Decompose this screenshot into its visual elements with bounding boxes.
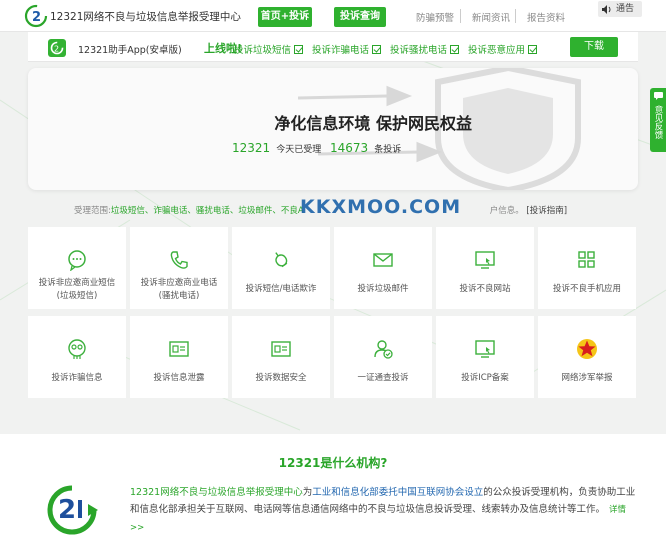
tile-label: 投诉ICP备案 (461, 373, 509, 383)
mask-icon (68, 339, 86, 359)
about-description: 12321网络不良与垃圾信息举报受理中心为工业和信息化部委托中国互联网协会设立的… (130, 487, 636, 533)
id-card-2-icon (271, 341, 291, 357)
hero-banner: 净化信息环境 保护网民权益 12321 今天已受理 14673 条投诉 (28, 68, 638, 190)
tile-label: 投诉不良网站 (459, 284, 511, 294)
checkbox-icon (528, 45, 538, 54)
complaint-guide-link[interactable]: [投诉指南] (526, 206, 567, 216)
user-check-icon (374, 340, 393, 359)
nav-complaint-query-button[interactable]: 投诉查询 (334, 7, 386, 27)
tile-data-security[interactable]: 投诉数据安全 (232, 316, 330, 398)
app-feature-harass-call: 投诉骚扰电话 (390, 42, 460, 56)
checkbox-icon (450, 45, 460, 54)
top-header: 2 12321网络不良与垃圾信息举报受理中心 首页+投诉 投诉查询 防骗预警 新… (0, 0, 666, 32)
speaker-icon (602, 5, 611, 14)
notice-button[interactable]: 通告 (598, 1, 642, 17)
monitor-icon (475, 251, 495, 269)
tile-spam-mail[interactable]: 投诉垃圾邮件 (334, 227, 432, 309)
tile-fraud-info[interactable]: 投诉诈骗信息 (28, 316, 126, 398)
feedback-label: 意见反馈 (653, 105, 663, 139)
tile-label: 投诉数据安全 (255, 373, 307, 383)
nav-home-complaint-button[interactable]: 首页+投诉 (258, 7, 312, 27)
nav-reports-link[interactable]: 报告资料 (527, 10, 565, 24)
tile-harass-call[interactable]: 投诉非应邀商业电话 (骚扰电话) (130, 227, 228, 309)
id-card-icon (169, 341, 189, 357)
nav-news-link[interactable]: 新闻资讯 (472, 10, 510, 24)
tile-label: 投诉不良手机应用 (552, 284, 621, 294)
tile-label: 投诉诈骗信息 (51, 373, 103, 383)
nav-fraud-warning-link[interactable]: 防骗预警 (416, 10, 454, 24)
tile-icp-filing[interactable]: 投诉ICP备案 (436, 316, 534, 398)
complaints-count-stat: 14673 条投诉 (330, 141, 402, 155)
watermark-text: KKXMOO.COM (300, 196, 462, 218)
app-logo-icon: 2 (48, 39, 66, 57)
download-button[interactable]: 下载 (570, 37, 618, 57)
feedback-side-tab[interactable]: 意见反馈 (650, 88, 666, 152)
tile-label: 投诉信息泄露 (153, 373, 205, 383)
about-title: 12321是什么机构? (278, 456, 388, 470)
tile-label: 投诉短信/电话欺诈 (245, 284, 317, 294)
nav-divider (460, 9, 461, 23)
checkbox-icon (294, 45, 304, 54)
ministry-link[interactable]: 工业和信息化部委托中国互联网协会设立 (312, 487, 483, 498)
tile-fraud-sms-call[interactable]: 投诉短信/电话欺诈 (232, 227, 330, 309)
tile-id-check-complaint[interactable]: 一证通查投诉 (334, 316, 432, 398)
about-section: 12321是什么机构? 2 12321网络不良与垃圾信息举报受理中心为工业和信息… (0, 434, 666, 544)
tile-label: 投诉垃圾邮件 (357, 284, 409, 294)
notice-label: 通告 (616, 4, 635, 14)
tile-label: 网络涉军举报 (561, 373, 613, 383)
today-accepted-stat: 12321 今天已受理 (232, 141, 322, 155)
sms-bubble-icon (68, 250, 86, 271)
svg-text:2: 2 (54, 45, 59, 54)
mail-icon (373, 253, 393, 267)
app-name: 12321助手App(安卓版) (78, 45, 182, 56)
site-title[interactable]: 12321网络不良与垃圾信息举报受理中心 (50, 9, 241, 24)
app-feature-fraud-call: 投诉诈骗电话 (312, 42, 382, 56)
army-star-icon (577, 339, 597, 359)
app-feature-sms: 投诉垃圾短信 (234, 42, 304, 56)
tile-label: 投诉非应邀商业短信 (垃圾短信) (38, 278, 116, 301)
tile-label: 一证通查投诉 (357, 373, 409, 383)
tile-bad-website[interactable]: 投诉不良网站 (436, 227, 534, 309)
apps-grid-icon (578, 251, 595, 268)
nav-divider (515, 9, 516, 23)
tile-sms-spam[interactable]: 投诉非应邀商业短信 (垃圾短信) (28, 227, 126, 309)
bomb-icon (275, 252, 288, 268)
hero-slogan: 净化信息环境 保护网民权益 (274, 114, 472, 133)
tile-bad-mobile-app[interactable]: 投诉不良手机应用 (538, 227, 636, 309)
svg-text:2: 2 (32, 10, 41, 25)
large-logo-icon: 2 (47, 485, 98, 535)
chat-icon (653, 92, 663, 100)
site-logo-icon[interactable]: 2 (24, 4, 48, 28)
app-promo-bar: 2 12321助手App(安卓版) 上线啦! 投诉垃圾短信 投诉诈骗电话 投诉骚… (28, 32, 638, 62)
tile-info-leak[interactable]: 投诉信息泄露 (130, 316, 228, 398)
app-feature-malicious-app: 投诉恶意应用 (468, 42, 538, 56)
tile-label: 投诉非应邀商业电话 (骚扰电话) (140, 278, 218, 301)
checkbox-icon (372, 45, 382, 54)
tile-military-report[interactable]: 网络涉军举报 (538, 316, 636, 398)
svg-text:2: 2 (58, 495, 76, 525)
phone-icon (170, 251, 188, 269)
monitor-check-icon (475, 340, 495, 358)
